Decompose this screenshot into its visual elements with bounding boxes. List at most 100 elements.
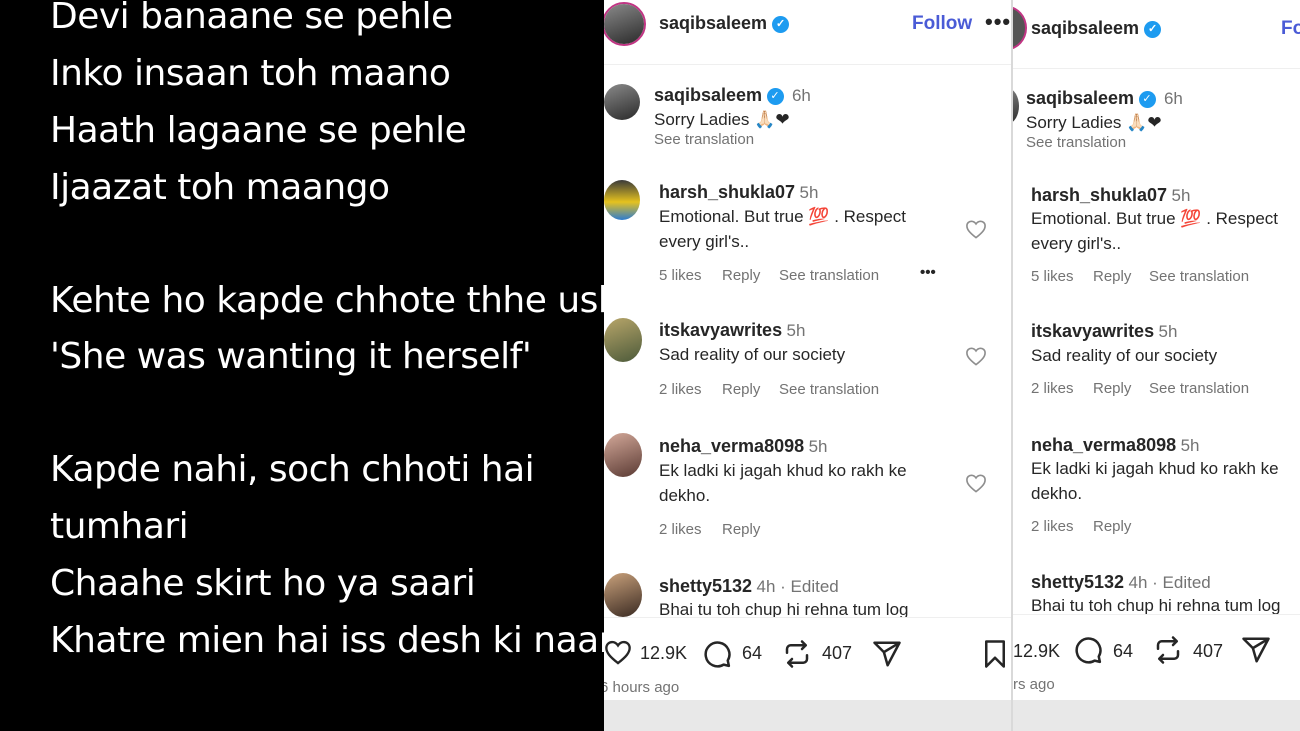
profile-avatar[interactable]	[1013, 6, 1027, 50]
reply-button[interactable]: Reply	[1093, 518, 1131, 535]
comment-text: dekho.	[1031, 484, 1083, 503]
poem-line: Chaahe skirt ho ya saari	[50, 563, 476, 604]
poem-line: tumhari	[50, 506, 189, 547]
poem-line: 'She was wanting it herself'	[50, 336, 532, 377]
poem-line: Haath lagaane se pehle	[50, 110, 467, 151]
verified-icon: ✓	[1144, 20, 1162, 38]
comment-like-icon[interactable]	[965, 219, 987, 239]
comment-time: 5h	[799, 183, 819, 202]
bookmark-icon[interactable]	[982, 639, 1008, 669]
comment-likes[interactable]: 2 likes	[1031, 518, 1074, 535]
avatar[interactable]	[604, 318, 642, 362]
comment-username[interactable]: shetty5132	[1031, 572, 1124, 592]
comment-time: 4h · Edited	[756, 577, 839, 596]
comment-icon[interactable]	[702, 639, 732, 669]
more-options-icon[interactable]: •••	[985, 9, 1011, 35]
comment-username[interactable]: harsh_shukla07	[659, 182, 795, 202]
comment-username[interactable]: neha_verma8098	[659, 436, 804, 456]
reply-button[interactable]: Reply	[722, 521, 760, 538]
comment-username[interactable]: neha_verma8098	[1031, 435, 1176, 455]
reply-button[interactable]: Reply	[722, 267, 760, 284]
comment-text: Emotional. But true 💯 . Respect	[659, 207, 906, 226]
comment-header: shetty5132 4h · Edited	[659, 576, 839, 597]
post-time-ago: rs ago	[1013, 676, 1055, 693]
verified-icon: ✓	[1138, 91, 1156, 109]
reply-button[interactable]: Reply	[722, 381, 760, 398]
avatar[interactable]	[604, 433, 642, 477]
comment-username[interactable]: shetty5132	[659, 576, 752, 596]
see-translation-link[interactable]: See translation	[779, 381, 879, 398]
comment-likes[interactable]: 5 likes	[659, 267, 702, 284]
reply-button[interactable]: Reply	[1093, 268, 1131, 285]
poem-line: Inko insaan toh maano	[50, 53, 451, 94]
comment-text: every girl's..	[1031, 234, 1122, 253]
comment-text: dekho.	[659, 486, 711, 505]
comment-like-icon[interactable]	[965, 473, 987, 493]
comment-icon[interactable]	[1073, 635, 1103, 665]
comment-time: 4h · Edited	[1128, 573, 1211, 592]
caption-header: saqibsaleem ✓ 6h	[1026, 88, 1183, 109]
comment-header: harsh_shukla07 5h	[659, 182, 818, 203]
like-icon[interactable]	[604, 639, 632, 665]
comment-text: Sad reality of our society	[1031, 346, 1218, 365]
comment-likes[interactable]: 2 likes	[1031, 380, 1074, 397]
comments-count[interactable]: 64	[742, 643, 762, 664]
comment-header: harsh_shukla07 5h	[1031, 185, 1190, 206]
comment-more-icon[interactable]: •••	[920, 264, 936, 281]
repost-icon[interactable]	[1153, 635, 1183, 665]
comment-likes[interactable]: 2 likes	[659, 521, 702, 538]
comment-header: neha_verma8098 5h	[659, 436, 827, 457]
reposts-count[interactable]: 407	[822, 643, 852, 664]
avatar[interactable]	[604, 573, 642, 617]
avatar[interactable]	[604, 180, 640, 220]
caption-see-translation[interactable]: See translation	[1026, 134, 1126, 151]
see-translation-link[interactable]: See translation	[1149, 268, 1249, 285]
comment-likes[interactable]: 5 likes	[1031, 268, 1074, 285]
caption-time: 6h	[791, 86, 811, 105]
comment-text: Sad reality of our society	[659, 345, 846, 364]
caption-see-translation[interactable]: See translation	[654, 131, 754, 148]
verified-icon: ✓	[772, 15, 790, 33]
reply-button[interactable]: Reply	[1093, 380, 1131, 397]
likes-count[interactable]: 12.9K	[1013, 641, 1060, 662]
comment-time: 5h	[1158, 322, 1178, 341]
share-icon[interactable]	[1240, 635, 1272, 665]
caption-header: saqibsaleem ✓ 6h	[654, 85, 811, 106]
verified-icon: ✓	[766, 88, 784, 106]
instagram-post-panel-duplicate: saqibsaleem ✓ Fo saqibsaleem ✓ 6h Sorry …	[1013, 0, 1300, 731]
follow-button[interactable]: Fo	[1281, 18, 1300, 40]
avatar[interactable]	[604, 84, 640, 120]
post-username[interactable]: saqibsaleem ✓	[659, 13, 790, 34]
bottom-shadow	[604, 700, 1012, 731]
see-translation-link[interactable]: See translation	[1149, 380, 1249, 397]
reposts-count[interactable]: 407	[1193, 641, 1223, 662]
comment-header: itskavyawrites 5h	[1031, 321, 1177, 342]
comment-username[interactable]: itskavyawrites	[1031, 321, 1154, 341]
bottom-shadow	[1013, 700, 1300, 731]
poem-panel: Devi banaane se pehle Inko insaan toh ma…	[0, 0, 604, 731]
avatar[interactable]	[1013, 88, 1019, 124]
caption-time: 6h	[1163, 89, 1183, 108]
comment-likes[interactable]: 2 likes	[659, 381, 702, 398]
post-username[interactable]: saqibsaleem ✓	[1031, 18, 1162, 39]
comment-time: 5h	[1171, 186, 1191, 205]
comment-time: 5h	[786, 321, 806, 340]
comment-text: Ek ladki ki jagah khud ko rakh ke	[659, 461, 907, 480]
comment-header: itskavyawrites 5h	[659, 320, 805, 341]
comment-username[interactable]: itskavyawrites	[659, 320, 782, 340]
post-time-ago: 6 hours ago	[604, 679, 680, 696]
likes-count[interactable]: 12.9K	[640, 643, 687, 664]
follow-button[interactable]: Follow	[912, 13, 972, 35]
repost-icon[interactable]	[782, 639, 812, 669]
comments-count[interactable]: 64	[1113, 641, 1133, 662]
poem-line: Kapde nahi, soch chhoti hai	[50, 449, 535, 490]
comment-time: 5h	[808, 437, 828, 456]
see-translation-link[interactable]: See translation	[779, 267, 879, 284]
comment-like-icon[interactable]	[965, 346, 987, 366]
profile-avatar[interactable]	[604, 2, 646, 46]
caption-text: Sorry Ladies 🙏🏻❤	[654, 110, 790, 129]
share-icon[interactable]	[871, 639, 903, 669]
comment-username[interactable]: harsh_shukla07	[1031, 185, 1167, 205]
caption-username[interactable]: saqibsaleem	[654, 85, 762, 105]
caption-username[interactable]: saqibsaleem	[1026, 88, 1134, 108]
